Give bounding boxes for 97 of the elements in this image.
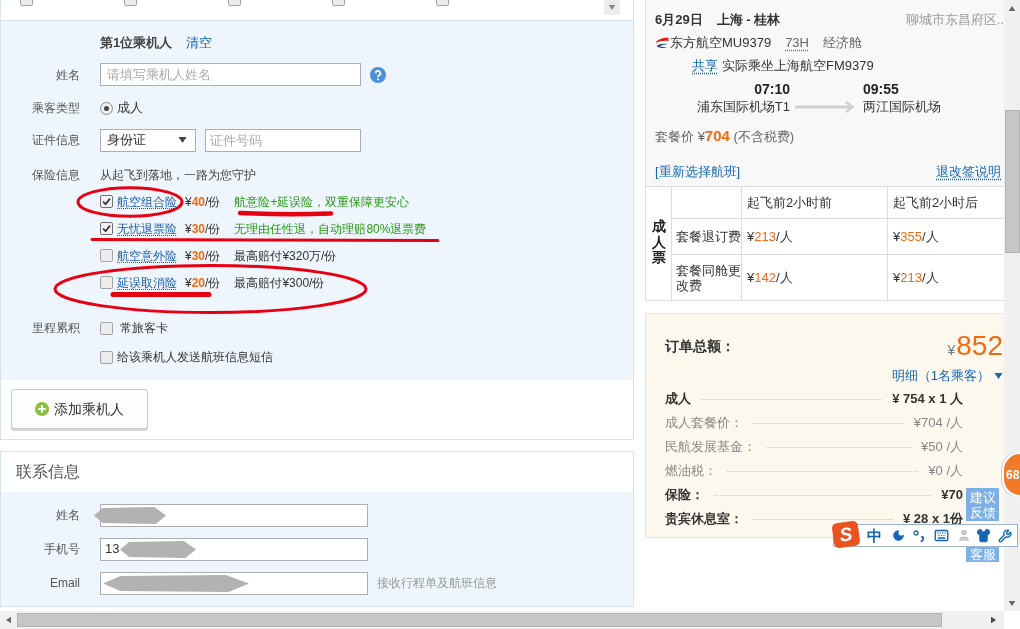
field-label: 保险信息 [32, 167, 80, 184]
document-type-select[interactable]: 身份证 [100, 128, 196, 152]
codeshare-link[interactable]: 共享 [692, 56, 718, 76]
field-label: 姓名 [56, 66, 80, 84]
insurance-description: 最高赔付¥320万/份 [234, 248, 337, 263]
contact-input[interactable] [100, 571, 368, 595]
insurance-intro: 从起飞到落地，一路为您守护 [100, 167, 256, 184]
price-line-label: 燃油税： [665, 462, 717, 481]
location-text: 聊城市东昌府区.. [905, 11, 1004, 30]
shirt-icon[interactable] [976, 528, 991, 543]
caret-down-icon[interactable] [994, 373, 1003, 379]
document-number-input[interactable]: 证件号码 [205, 128, 361, 152]
section-title: 联系信息 [16, 462, 80, 482]
price-line-value: ¥704 /人 [913, 414, 963, 433]
price-line-label: 成人套餐价： [665, 414, 743, 433]
checkbox[interactable] [100, 222, 113, 235]
price-line-value: ¥50 /人 [921, 438, 963, 457]
refund-rules-link[interactable]: 退改签说明 [936, 162, 1001, 182]
price-line-label: 保险： [665, 486, 704, 505]
checkbox-label: 给该乘机人发送航班信息短信 [117, 349, 273, 366]
flight-date: 6月29日 [655, 11, 703, 30]
scroll-down-arrow-icon[interactable] [1008, 600, 1016, 606]
price-line-value: ¥ 754 x 1 人 [892, 390, 963, 409]
details-toggle-link[interactable]: 明细（1名乘客） [891, 366, 990, 386]
row-header: 套餐同舱更改费 [671, 254, 742, 301]
package-price: 套餐价 ¥704 (不含税费) [655, 125, 795, 146]
checkbox[interactable] [100, 276, 113, 289]
insurance-name-link[interactable]: 航空意外险 [117, 248, 177, 263]
insurance-price: ¥40/份 [185, 194, 221, 209]
airline-flight-number: 东方航空MU9379 [670, 34, 772, 53]
insurance-price: ¥30/份 [185, 248, 221, 263]
radio-button[interactable] [100, 101, 113, 115]
field-label: 里程累积 [32, 320, 80, 337]
check-icon [102, 224, 111, 233]
insurance-description: 无理由任性退，自动理赔80%退票费 [234, 221, 427, 236]
insurance-price: ¥30/份 [185, 221, 221, 236]
field-label: 乘客类型 [32, 100, 80, 117]
scroll-up-arrow-icon[interactable] [1008, 5, 1016, 11]
contact-input[interactable]: 13 [100, 537, 368, 561]
column-header: 起飞前2小时前 [741, 186, 888, 219]
price-line-value: ¥70 [941, 486, 963, 505]
order-total-amount: ¥852 [947, 331, 1003, 361]
field-label: 姓名 [56, 507, 80, 524]
arrival-time: 09:55 [863, 79, 899, 99]
clear-link[interactable]: 清空 [186, 33, 213, 53]
operated-by-text: 实际乘坐上海航空FM9379 [722, 57, 874, 76]
scroll-right-arrow-icon[interactable] [990, 616, 996, 624]
departure-time: 07:10 [754, 79, 790, 99]
check-icon [102, 197, 111, 206]
order-total-label: 订单总额： [665, 336, 735, 356]
field-label: 证件信息 [32, 132, 80, 149]
checkbox-label: 常旅客卡 [120, 320, 168, 337]
departure-airport: 浦东国际机场T1 [696, 98, 790, 117]
table-cell: ¥142/人 [741, 254, 888, 301]
cabin-class: 经济舱 [823, 34, 862, 53]
checkbox[interactable] [100, 249, 113, 262]
ticket-group-label: 成人票 [651, 219, 666, 266]
insurance-name-link[interactable]: 延误取消险 [117, 275, 177, 290]
keyboard-icon[interactable] [933, 528, 950, 543]
price-line-label: 成人 [665, 390, 691, 409]
arrival-airport: 两江国际机场 [863, 98, 941, 117]
scrollbar-thumb[interactable] [17, 613, 942, 627]
add-passenger-button[interactable]: 添加乘机人 [11, 389, 148, 429]
insurance-price: ¥20/份 [185, 275, 221, 290]
aircraft-type-link[interactable]: 73H [785, 33, 809, 53]
punctuation-icon[interactable] [913, 529, 925, 542]
flight-route: 上海 - 桂林 [716, 11, 781, 30]
row-header: 套餐退订费 [671, 218, 742, 255]
checkbox[interactable] [100, 195, 113, 208]
checkbox[interactable] [100, 350, 113, 364]
help-icon[interactable] [370, 66, 386, 83]
swoosh-logo-icon [655, 37, 669, 49]
field-hint: 接收行程单及航班信息 [377, 575, 497, 592]
price-line-value: ¥0 /人 [928, 462, 963, 481]
caret-down-icon[interactable] [178, 137, 187, 143]
plus-icon [35, 402, 49, 416]
insurance-description: 航意险+延误险，双重保障更安心 [234, 194, 410, 209]
insurance-name-link[interactable]: 无忧退票险 [117, 221, 177, 236]
moon-icon[interactable] [892, 529, 905, 542]
field-label: Email [50, 575, 80, 592]
wrench-icon[interactable] [998, 528, 1012, 543]
scrollbar-thumb[interactable] [1004, 110, 1020, 253]
passenger-title: 第1位乘机人 [100, 34, 173, 53]
input-mode-toggle[interactable]: 中 [867, 528, 882, 543]
reselect-flight-link[interactable]: [重新选择航班] [655, 162, 741, 182]
price-line-label: 贵宾休息室： [665, 510, 743, 529]
table-cell: ¥213/人 [741, 218, 888, 255]
scroll-down-button[interactable] [604, 0, 620, 15]
insurance-description: 最高赔付¥300/份 [234, 275, 325, 290]
price-line-label: 民航发展基金： [665, 438, 756, 457]
checkbox[interactable] [100, 321, 113, 335]
radio-label: 成人 [117, 99, 143, 118]
field-label: 手机号 [44, 541, 80, 558]
name-input[interactable]: 请填写乘机人姓名 [100, 63, 361, 86]
user-icon[interactable] [957, 528, 971, 543]
right-arrow-icon [795, 101, 855, 113]
scroll-left-arrow-icon[interactable] [5, 616, 11, 624]
